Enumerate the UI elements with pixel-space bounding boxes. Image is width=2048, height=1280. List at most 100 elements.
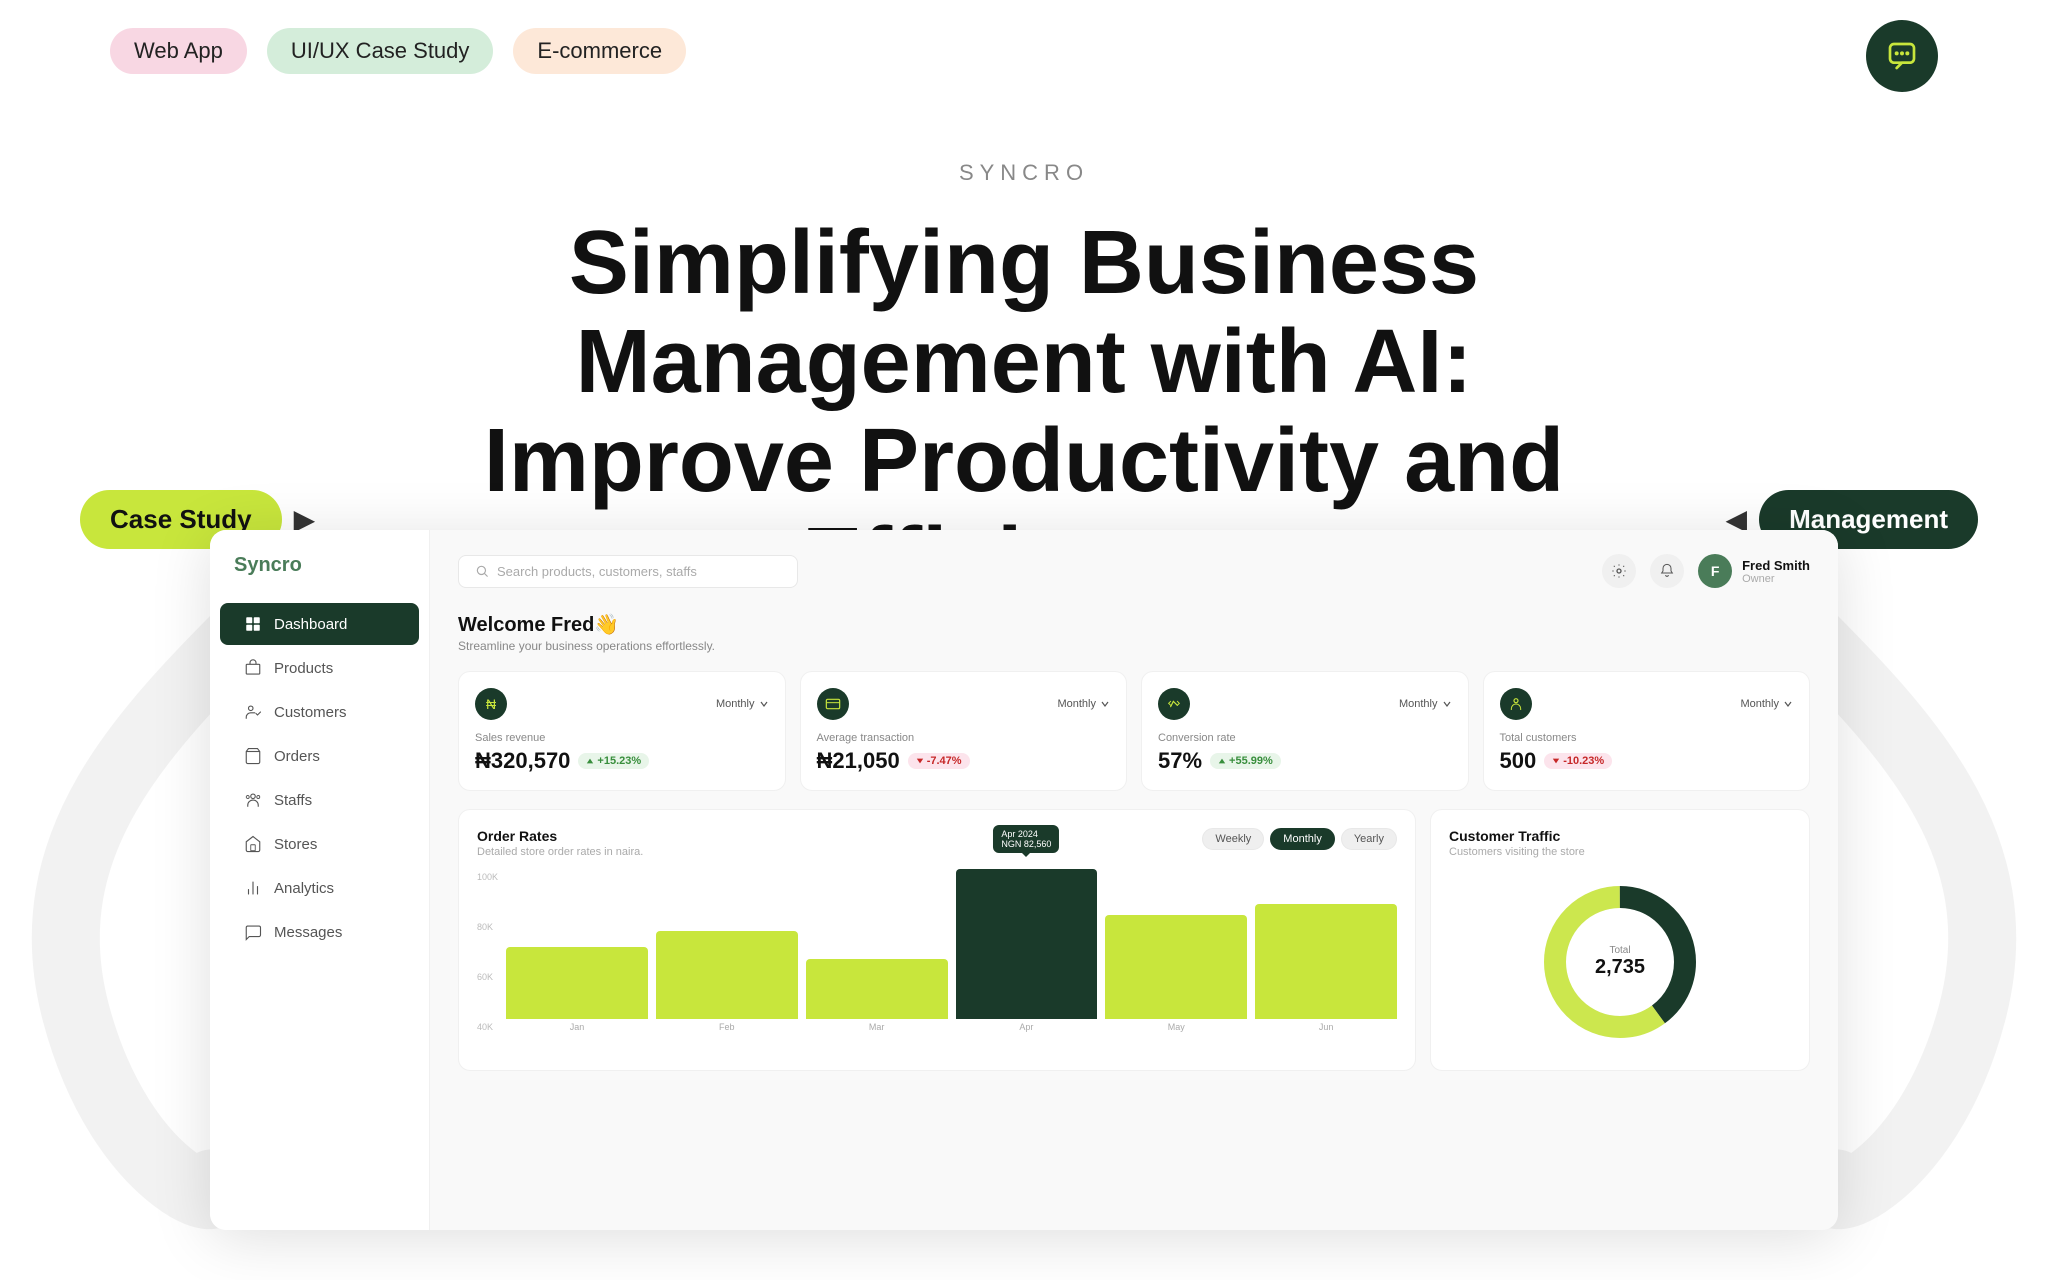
y-axis-labels: 100K 80K 60K 40K xyxy=(477,872,498,1032)
settings-button[interactable] xyxy=(1602,554,1636,588)
order-rates-chart: Order Rates Detailed store order rates i… xyxy=(458,809,1416,1071)
hero-brand: SYNCRO xyxy=(0,160,2048,186)
chart-tabs: Weekly Monthly Yearly xyxy=(1202,828,1397,850)
badge-case-study[interactable]: UI/UX Case Study xyxy=(267,28,494,74)
sidebar-item-orders[interactable]: Orders xyxy=(220,735,419,777)
sidebar-item-customers[interactable]: Customers xyxy=(220,691,419,733)
conversion-label: Conversion rate xyxy=(1158,732,1452,744)
conversion-icon xyxy=(1158,688,1190,720)
order-rates-title: Order Rates xyxy=(477,828,643,844)
stat-card-conversion: Monthly Conversion rate 57% +55.99% xyxy=(1141,671,1469,791)
main-content: Search products, customers, staffs xyxy=(430,530,1838,1230)
tab-yearly[interactable]: Yearly xyxy=(1341,828,1397,850)
sidebar-label-stores: Stores xyxy=(274,836,317,853)
sidebar-item-messages[interactable]: Messages xyxy=(220,911,419,953)
donut-center-label: Total 2,735 xyxy=(1595,945,1645,979)
bar-group: Jun xyxy=(1255,904,1397,1032)
user-name: Fred Smith xyxy=(1742,558,1810,573)
badge-ecommerce[interactable]: E-commerce xyxy=(513,28,686,74)
sidebar-item-dashboard[interactable]: Dashboard xyxy=(220,603,419,645)
sidebar-item-stores[interactable]: Stores xyxy=(220,823,419,865)
bar-group: Feb xyxy=(656,931,798,1032)
sidebar-item-analytics[interactable]: Analytics xyxy=(220,867,419,909)
sales-badge: +15.23% xyxy=(578,753,649,769)
tab-weekly[interactable]: Weekly xyxy=(1202,828,1264,850)
sidebar-label-products: Products xyxy=(274,660,333,677)
conversion-value: 57% xyxy=(1158,748,1202,774)
bar-month-label: Feb xyxy=(719,1022,735,1032)
bar-jun[interactable] xyxy=(1255,904,1397,1019)
sales-label: Sales revenue xyxy=(475,732,769,744)
header-icons: F Fred Smith Owner xyxy=(1602,554,1810,588)
customers-icon xyxy=(1500,688,1532,720)
transaction-label: Average transaction xyxy=(817,732,1111,744)
welcome-title: Welcome Fred👋 xyxy=(458,612,1810,637)
transaction-badge: -7.47% xyxy=(908,753,970,769)
bar-group: Mar xyxy=(806,959,948,1032)
conversion-badge: +55.99% xyxy=(1210,753,1281,769)
bar-group: May xyxy=(1105,915,1247,1032)
customers-period-selector[interactable]: Monthly xyxy=(1740,698,1793,710)
sidebar: Syncro Dashboard Products xyxy=(210,530,430,1230)
sidebar-logo: Syncro xyxy=(210,554,429,601)
bell-icon xyxy=(1659,563,1675,579)
sidebar-item-products[interactable]: Products xyxy=(220,647,419,689)
stat-card-total-customers: Monthly Total customers 500 -10.23% xyxy=(1483,671,1811,791)
transaction-value: ₦21,050 xyxy=(817,748,900,774)
gear-icon xyxy=(1611,563,1627,579)
bar-feb[interactable] xyxy=(656,931,798,1019)
bar-month-label: Mar xyxy=(869,1022,885,1032)
conversion-period-selector[interactable]: Monthly xyxy=(1399,698,1452,710)
customer-traffic-title: Customer Traffic xyxy=(1449,828,1791,844)
top-badges-container: Web App UI/UX Case Study E-commerce xyxy=(110,28,686,74)
dashboard-container: Syncro Dashboard Products xyxy=(210,530,1838,1230)
welcome-subtitle: Streamline your business operations effo… xyxy=(458,639,1810,653)
customers-label: Total customers xyxy=(1500,732,1794,744)
charts-row: Order Rates Detailed store order rates i… xyxy=(458,809,1810,1071)
sales-value: ₦320,570 xyxy=(475,748,570,774)
customers-value: 500 xyxy=(1500,748,1537,774)
badge-web-app[interactable]: Web App xyxy=(110,28,247,74)
stat-card-avg-transaction: Monthly Average transaction ₦21,050 -7.4… xyxy=(800,671,1128,791)
bar-mar[interactable] xyxy=(806,959,948,1019)
sidebar-item-staffs[interactable]: Staffs xyxy=(220,779,419,821)
header-row: Search products, customers, staffs xyxy=(458,554,1810,588)
donut-chart-wrapper: Total 2,735 xyxy=(1449,872,1791,1052)
search-icon xyxy=(475,564,489,578)
top-right-chat-icon[interactable] xyxy=(1866,20,1938,92)
transaction-period-selector[interactable]: Monthly xyxy=(1057,698,1110,710)
transaction-icon xyxy=(817,688,849,720)
bar-group: Jan xyxy=(506,947,648,1032)
bar-group: Apr 2024NGN 82,560 Apr xyxy=(956,869,1098,1032)
user-avatar: F xyxy=(1698,554,1732,588)
notifications-button[interactable] xyxy=(1650,554,1684,588)
bar-month-label: Jan xyxy=(570,1022,585,1032)
sidebar-label-orders: Orders xyxy=(274,748,320,765)
user-role: Owner xyxy=(1742,573,1810,585)
bar-jan[interactable] xyxy=(506,947,648,1019)
user-info[interactable]: F Fred Smith Owner xyxy=(1698,554,1810,588)
sidebar-label-customers: Customers xyxy=(274,704,347,721)
tab-monthly[interactable]: Monthly xyxy=(1270,828,1335,850)
stat-cards-row: ₦ Monthly Sales revenue ₦320,570 +15.23% xyxy=(458,671,1810,791)
sidebar-label-staffs: Staffs xyxy=(274,792,312,809)
bar-may[interactable] xyxy=(1105,915,1247,1019)
bar-month-label: Apr xyxy=(1019,1022,1033,1032)
order-rates-subtitle: Detailed store order rates in naira. xyxy=(477,846,643,858)
bar-chart: Jan Feb Mar Apr 2024NGN 82,560 Apr May Jun xyxy=(506,872,1397,1032)
customers-badge: -10.23% xyxy=(1544,753,1612,769)
sidebar-label-analytics: Analytics xyxy=(274,880,334,897)
bar-month-label: May xyxy=(1168,1022,1185,1032)
customer-traffic-chart: Customer Traffic Customers visiting the … xyxy=(1430,809,1810,1071)
sidebar-label-dashboard: Dashboard xyxy=(274,616,347,633)
search-bar[interactable]: Search products, customers, staffs xyxy=(458,555,798,588)
bar-tooltip: Apr 2024NGN 82,560 xyxy=(993,825,1059,853)
sales-period-selector[interactable]: Monthly xyxy=(716,698,769,710)
bar-month-label: Jun xyxy=(1319,1022,1334,1032)
sales-icon: ₦ xyxy=(475,688,507,720)
bar-apr[interactable]: Apr 2024NGN 82,560 xyxy=(956,869,1098,1019)
sidebar-label-messages: Messages xyxy=(274,924,342,941)
stat-card-sales-revenue: ₦ Monthly Sales revenue ₦320,570 +15.23% xyxy=(458,671,786,791)
customer-traffic-subtitle: Customers visiting the store xyxy=(1449,846,1791,858)
search-placeholder: Search products, customers, staffs xyxy=(497,564,697,579)
